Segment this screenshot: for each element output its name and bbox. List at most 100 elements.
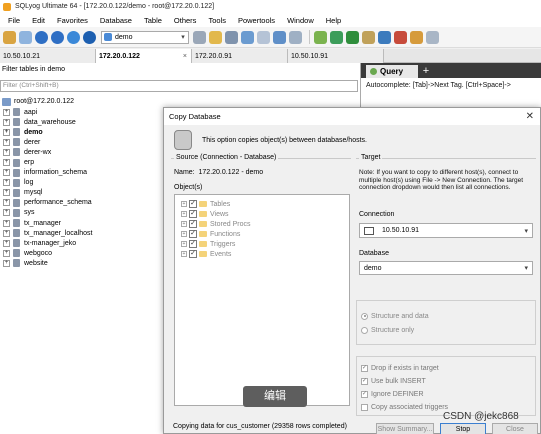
execute-icon[interactable] bbox=[67, 30, 80, 44]
checkbox-ignore-definer[interactable]: ✓ Ignore DEFINER bbox=[361, 389, 424, 399]
structure-sync-icon[interactable] bbox=[289, 30, 302, 44]
close-icon[interactable]: ✕ bbox=[526, 111, 534, 122]
profiler-icon[interactable] bbox=[410, 30, 423, 44]
expand-icon[interactable]: + bbox=[3, 128, 10, 136]
notifications-icon[interactable] bbox=[378, 30, 391, 44]
menu-help[interactable]: Help bbox=[320, 16, 347, 25]
tree-db-mysql[interactable]: + mysql bbox=[0, 188, 165, 198]
expand-icon[interactable]: + bbox=[3, 189, 10, 197]
radio-structure-only[interactable]: Structure only bbox=[361, 325, 414, 335]
expand-icon[interactable]: + bbox=[3, 159, 10, 167]
back-icon[interactable] bbox=[35, 30, 48, 44]
tree-db-log[interactable]: + log bbox=[0, 178, 165, 188]
menu-window[interactable]: Window bbox=[281, 16, 320, 25]
expand-icon[interactable]: + bbox=[3, 239, 10, 247]
scheduler-icon[interactable] bbox=[346, 30, 359, 44]
backup-icon[interactable] bbox=[225, 30, 238, 44]
forward-icon[interactable] bbox=[51, 30, 64, 44]
menu-others[interactable]: Others bbox=[168, 16, 203, 25]
close-icon[interactable]: × bbox=[183, 53, 187, 60]
checkbox-bulk-insert[interactable]: ✓ Use bulk INSERT bbox=[361, 376, 426, 386]
expand-icon[interactable]: + bbox=[3, 138, 10, 146]
migration-icon[interactable] bbox=[362, 30, 375, 44]
import-icon[interactable] bbox=[241, 30, 254, 44]
tab-connection-4[interactable]: 10.50.10.91 bbox=[288, 49, 384, 63]
tree-db-webgoco[interactable]: + webgoco bbox=[0, 248, 165, 258]
tree-db-derer-wx[interactable]: + derer-wx bbox=[0, 147, 165, 157]
database-select[interactable]: demo ▾ bbox=[101, 30, 189, 44]
object-functions[interactable]: + ✓ Functions bbox=[175, 229, 349, 239]
stop-button[interactable]: Stop bbox=[440, 423, 486, 434]
object-triggers[interactable]: + ✓ Triggers bbox=[175, 239, 349, 249]
new-query-icon[interactable] bbox=[19, 30, 32, 44]
checkbox-icon[interactable]: ✓ bbox=[361, 390, 368, 398]
object-events[interactable]: + ✓ Events bbox=[175, 249, 349, 259]
tree-db-performance-schema[interactable]: + performance_schema bbox=[0, 198, 165, 208]
menu-edit[interactable]: Edit bbox=[26, 16, 51, 25]
schema-icon[interactable] bbox=[209, 30, 222, 44]
checkbox-icon[interactable] bbox=[361, 403, 368, 411]
tab-connection-1[interactable]: 10.50.10.21 bbox=[0, 49, 96, 63]
export-icon[interactable] bbox=[257, 30, 270, 44]
menu-file[interactable]: File bbox=[2, 16, 26, 25]
expand-icon[interactable]: + bbox=[3, 229, 10, 237]
object-stored-procs[interactable]: + ✓ Stored Procs bbox=[175, 219, 349, 229]
expand-icon[interactable]: + bbox=[3, 118, 10, 126]
data-sync-icon[interactable] bbox=[330, 30, 343, 44]
connection-select[interactable]: 10.50.10.91 ▾ bbox=[359, 223, 533, 238]
tree-db-tx-manager-localhost[interactable]: + tx_manager_localhost bbox=[0, 228, 165, 238]
checkbox-icon[interactable]: ✓ bbox=[361, 364, 368, 372]
new-connection-icon[interactable] bbox=[3, 30, 16, 44]
target-database-select[interactable]: demo ▾ bbox=[359, 261, 533, 275]
checkbox-icon[interactable]: ✓ bbox=[189, 230, 197, 238]
connection-root[interactable]: root@172.20.0.122 bbox=[0, 96, 165, 107]
expand-icon[interactable]: + bbox=[3, 179, 10, 187]
tree-db-erp[interactable]: + erp bbox=[0, 157, 165, 167]
expand-icon[interactable]: + bbox=[3, 259, 10, 267]
object-views[interactable]: + ✓ Views bbox=[175, 209, 349, 219]
tree-db-information-schema[interactable]: + information_schema bbox=[0, 168, 165, 178]
expand-icon[interactable]: + bbox=[181, 201, 187, 207]
checkbox-icon[interactable]: ✓ bbox=[189, 220, 197, 228]
checkbox-icon[interactable]: ✓ bbox=[189, 200, 197, 208]
expand-icon[interactable]: + bbox=[3, 199, 10, 207]
menu-table[interactable]: Table bbox=[138, 16, 168, 25]
menu-tools[interactable]: Tools bbox=[202, 16, 232, 25]
tree-db-sys[interactable]: + sys bbox=[0, 208, 165, 218]
checkbox-icon[interactable]: ✓ bbox=[361, 377, 368, 385]
favorites-icon[interactable] bbox=[314, 30, 327, 44]
expand-icon[interactable]: + bbox=[181, 241, 187, 247]
radio-icon[interactable] bbox=[361, 312, 368, 320]
checkbox-icon[interactable]: ✓ bbox=[189, 240, 197, 248]
expand-icon[interactable]: + bbox=[3, 219, 10, 227]
close-button[interactable]: Close bbox=[492, 423, 538, 434]
object-tables[interactable]: + ✓ Tables bbox=[175, 199, 349, 209]
tree-db-tx-manager[interactable]: + tx_manager bbox=[0, 218, 165, 228]
menu-powertools[interactable]: Powertools bbox=[232, 16, 281, 25]
expand-icon[interactable]: + bbox=[3, 108, 10, 116]
tree-db-derer[interactable]: + derer bbox=[0, 137, 165, 147]
tab-connection-3[interactable]: 172.20.0.91 bbox=[192, 49, 288, 63]
checkbox-icon[interactable]: ✓ bbox=[189, 210, 197, 218]
expand-icon[interactable]: + bbox=[3, 209, 10, 217]
checkbox-icon[interactable]: ✓ bbox=[189, 250, 197, 258]
expand-icon[interactable]: + bbox=[3, 148, 10, 156]
tree-db-demo[interactable]: + demo bbox=[0, 127, 165, 137]
add-tab-button[interactable]: + bbox=[420, 65, 432, 78]
expand-icon[interactable]: + bbox=[181, 211, 187, 217]
expand-icon[interactable]: + bbox=[181, 251, 187, 257]
expand-icon[interactable]: + bbox=[3, 169, 10, 177]
radio-structure-and-data[interactable]: Structure and data bbox=[361, 311, 429, 321]
tree-db-data-warehouse[interactable]: + data_warehouse bbox=[0, 117, 165, 127]
execute-all-icon[interactable] bbox=[83, 30, 96, 44]
copy-database-icon[interactable] bbox=[273, 30, 286, 44]
settings-icon[interactable] bbox=[426, 30, 439, 44]
checkbox-copy-triggers[interactable]: Copy associated triggers bbox=[361, 402, 448, 412]
tree-db-tx-manager-jeko[interactable]: + tx-manager_jeko bbox=[0, 238, 165, 248]
expand-icon[interactable]: + bbox=[3, 249, 10, 257]
menu-database[interactable]: Database bbox=[94, 16, 138, 25]
tab-query[interactable]: Query bbox=[366, 65, 418, 78]
filter-input[interactable]: Filter (Ctrl+Shift+B) bbox=[0, 80, 358, 92]
radio-icon[interactable] bbox=[361, 326, 368, 334]
checkbox-drop-if-exists[interactable]: ✓ Drop if exists in target bbox=[361, 363, 439, 373]
